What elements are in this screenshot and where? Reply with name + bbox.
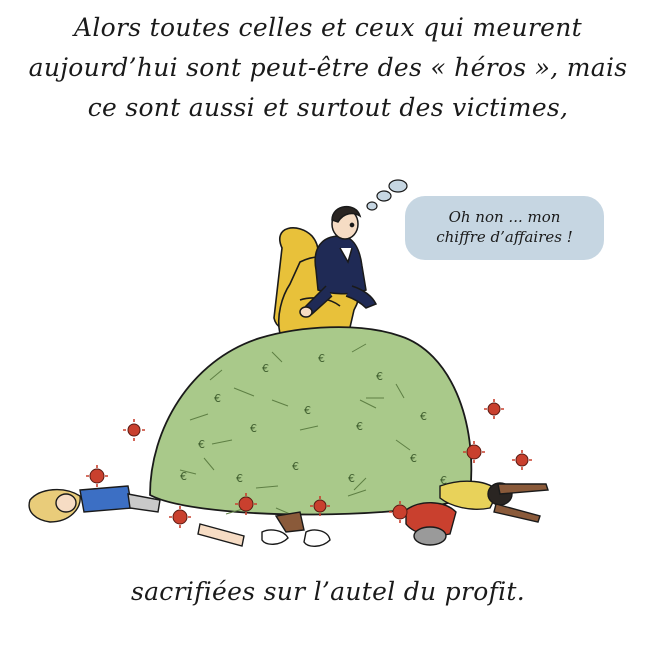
speech-bubble-line-1: Oh non ... mon	[448, 208, 561, 226]
thought-dots	[366, 179, 408, 211]
speech-bubble-line-2: chiffre d’affaires !	[436, 228, 573, 246]
speech-bubble: Oh non ... mon chiffre d’affaires !	[405, 196, 604, 260]
svg-text:€: €	[214, 392, 221, 405]
svg-text:€: €	[376, 370, 383, 383]
svg-text:€: €	[250, 422, 257, 435]
svg-text:€: €	[420, 410, 427, 423]
svg-text:€: €	[236, 472, 243, 485]
svg-text:€: €	[348, 472, 355, 485]
svg-text:€: €	[304, 404, 311, 417]
money-pile: € € € € € € € € € € € € € € €	[149, 326, 473, 516]
svg-text:€: €	[356, 420, 363, 433]
svg-text:€: €	[410, 452, 417, 465]
svg-text:€: €	[318, 352, 325, 365]
illustration: € € € € € € € € € € € € € € €	[28, 179, 549, 547]
svg-text:€: €	[262, 362, 269, 375]
svg-text:€: €	[198, 438, 205, 451]
comic-panel: Alors toutes celles et ceux qui meurent …	[0, 0, 656, 656]
svg-text:€: €	[292, 460, 299, 473]
caption-bottom: sacrifiées sur l’autel du profit.	[130, 577, 526, 606]
svg-text:€: €	[180, 470, 187, 483]
